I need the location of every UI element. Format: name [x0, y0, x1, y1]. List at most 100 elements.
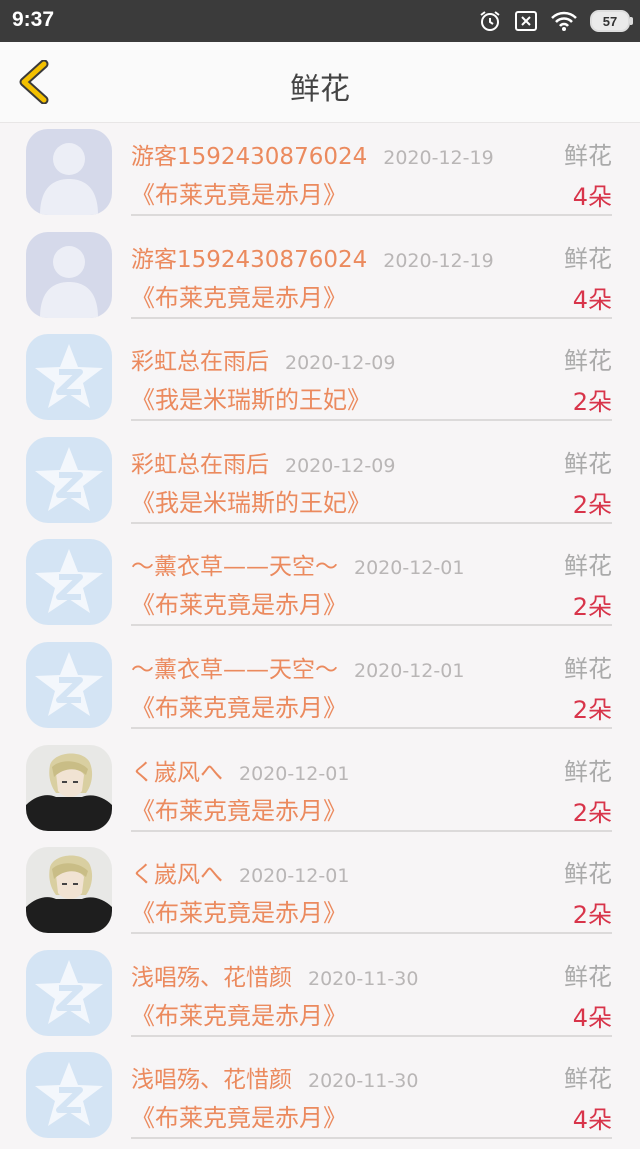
list-item[interactable]: 浅唱殇、花惜颜 2020-11-30 鲜花 《布莱克竟是赤月》 4朵 [0, 1046, 640, 1149]
book-title[interactable]: 《布莱克竟是赤月》 [131, 1098, 347, 1133]
user-name-text: く嵗风へ [131, 759, 223, 786]
no-sim-icon [515, 11, 537, 31]
list-item[interactable]: 浅唱殇、花惜颜 2020-11-30 鲜花 《布莱克竟是赤月》 4朵 [0, 944, 640, 1047]
user-name: 浅唱殇、花惜颜 2020-11-30 [131, 1060, 418, 1094]
gift-type: 鲜花 [564, 860, 612, 889]
list-item[interactable]: 游客1592430876024 2020-12-19 鲜花 《布莱克竟是赤月》 4… [0, 123, 640, 226]
user-name-text: 彩虹总在雨后 [131, 451, 269, 478]
divider [131, 829, 612, 832]
avatar[interactable] [26, 334, 112, 421]
status-icons: 57 [478, 8, 633, 34]
gift-type: 鲜花 [564, 347, 612, 376]
user-name-text: 浅唱殇、花惜颜 [131, 1067, 292, 1094]
status-time: 9:37 [12, 8, 55, 31]
gift-count: 4朵 [572, 183, 612, 211]
list-item[interactable]: ～薰衣草——天空～ 2020-12-01 鲜花 《布莱克竟是赤月》 2朵 [0, 533, 640, 636]
avatar[interactable] [26, 744, 112, 831]
book-title[interactable]: 《布莱克竟是赤月》 [131, 175, 347, 210]
qq-star-avatar-icon [26, 949, 112, 1036]
divider [131, 214, 612, 216]
avatar[interactable] [26, 949, 112, 1036]
divider [131, 932, 612, 935]
status-bar: 9:37 57 [0, 0, 640, 42]
date-text: 2020-11-30 [308, 967, 419, 990]
date-text: 2020-12-19 [383, 147, 494, 169]
battery-level: 57 [602, 13, 618, 29]
date-text: 2020-12-09 [285, 454, 396, 477]
qq-star-avatar-icon [26, 334, 112, 421]
book-title[interactable]: 《布莱克竟是赤月》 [131, 585, 347, 620]
avatar[interactable] [26, 847, 112, 934]
date-text: 2020-12-01 [354, 659, 465, 682]
book-title[interactable]: 《布莱克竟是赤月》 [131, 278, 347, 313]
flower-list: 游客1592430876024 2020-12-19 鲜花 《布莱克竟是赤月》 4… [0, 123, 640, 1149]
gift-count: 4朵 [572, 285, 612, 314]
user-name: 彩虹总在雨后 2020-12-09 [131, 342, 395, 376]
avatar[interactable] [26, 1052, 112, 1139]
user-name-text: ～薰衣草——天空～ [131, 656, 338, 683]
list-item[interactable]: く嵗风へ 2020-12-01 鲜花 《布莱克竟是赤月》 2朵 [0, 739, 640, 842]
user-name-text: 彩虹总在雨后 [131, 349, 269, 376]
gift-type: 鲜花 [564, 552, 612, 581]
gift-type: 鲜花 [564, 962, 612, 991]
avatar[interactable] [26, 129, 112, 215]
date-text: 2020-12-01 [354, 557, 465, 580]
book-title[interactable]: 《布莱克竟是赤月》 [131, 996, 347, 1031]
user-name: ～薰衣草——天空～ 2020-12-01 [131, 650, 464, 684]
avatar[interactable] [26, 641, 112, 728]
divider [131, 726, 612, 729]
book-title[interactable]: 《布莱克竟是赤月》 [131, 688, 347, 723]
user-name: ～薰衣草——天空～ 2020-12-01 [131, 547, 464, 581]
book-title[interactable]: 《布莱克竟是赤月》 [131, 791, 347, 826]
list-item[interactable]: ～薰衣草——天空～ 2020-12-01 鲜花 《布莱克竟是赤月》 2朵 [0, 636, 640, 739]
qq-star-avatar-icon [26, 539, 112, 626]
divider [131, 624, 612, 627]
user-name: 游客1592430876024 2020-12-19 [131, 240, 494, 274]
book-title[interactable]: 《我是米瑞斯的王妃》 [131, 483, 371, 518]
user-name-text: 浅唱殇、花惜颜 [131, 964, 292, 991]
date-text: 2020-12-01 [239, 762, 350, 785]
user-name: 浅唱殇、花惜颜 2020-11-30 [131, 958, 418, 992]
anime-photo-avatar-icon [26, 847, 112, 934]
list-item[interactable]: 游客1592430876024 2020-12-19 鲜花 《布莱克竟是赤月》 4… [0, 226, 640, 329]
gift-type: 鲜花 [564, 757, 612, 786]
list-item[interactable]: 彩虹总在雨后 2020-12-09 鲜花 《我是米瑞斯的王妃》 2朵 [0, 431, 640, 534]
list-item[interactable]: 彩虹总在雨后 2020-12-09 鲜花 《我是米瑞斯的王妃》 2朵 [0, 328, 640, 431]
date-text: 2020-12-09 [285, 352, 396, 375]
divider [131, 1034, 612, 1037]
divider [131, 521, 612, 524]
avatar[interactable] [26, 539, 112, 626]
user-name: く嵗风へ 2020-12-01 [131, 753, 349, 787]
default-person-avatar-icon [26, 129, 112, 215]
default-person-avatar-icon [26, 231, 112, 318]
book-title[interactable]: 《布莱克竟是赤月》 [131, 893, 347, 928]
user-name: 游客1592430876024 2020-12-19 [131, 137, 494, 171]
gift-count: 2朵 [572, 593, 612, 622]
gift-count: 2朵 [572, 901, 612, 930]
gift-count: 4朵 [572, 1106, 612, 1135]
battery-icon: 57 [590, 10, 633, 32]
user-name-text: く嵗风へ [131, 862, 223, 889]
qq-star-avatar-icon [26, 1052, 112, 1139]
gift-count: 4朵 [572, 1003, 612, 1032]
anime-photo-avatar-icon [26, 744, 112, 831]
user-name-text: 游客1592430876024 [131, 144, 368, 170]
avatar[interactable] [26, 231, 112, 318]
user-name-text: 游客1592430876024 [131, 246, 368, 273]
date-text: 2020-12-01 [239, 865, 350, 888]
gift-type: 鲜花 [564, 1065, 612, 1094]
gift-type: 鲜花 [564, 449, 612, 478]
divider [131, 316, 612, 319]
gift-count: 2朵 [572, 695, 612, 724]
gift-type: 鲜花 [564, 142, 612, 170]
user-name-text: ～薰衣草——天空～ [131, 554, 338, 581]
book-title[interactable]: 《我是米瑞斯的王妃》 [131, 380, 371, 415]
list-item[interactable]: く嵗风へ 2020-12-01 鲜花 《布莱克竟是赤月》 2朵 [0, 841, 640, 944]
user-name: く嵗风へ 2020-12-01 [131, 855, 349, 889]
gift-count: 2朵 [572, 798, 612, 827]
alarm-icon [480, 11, 500, 31]
qq-star-avatar-icon [26, 641, 112, 728]
avatar[interactable] [26, 436, 112, 523]
page-title: 鲜花 [290, 72, 350, 107]
wifi-icon [551, 11, 577, 31]
